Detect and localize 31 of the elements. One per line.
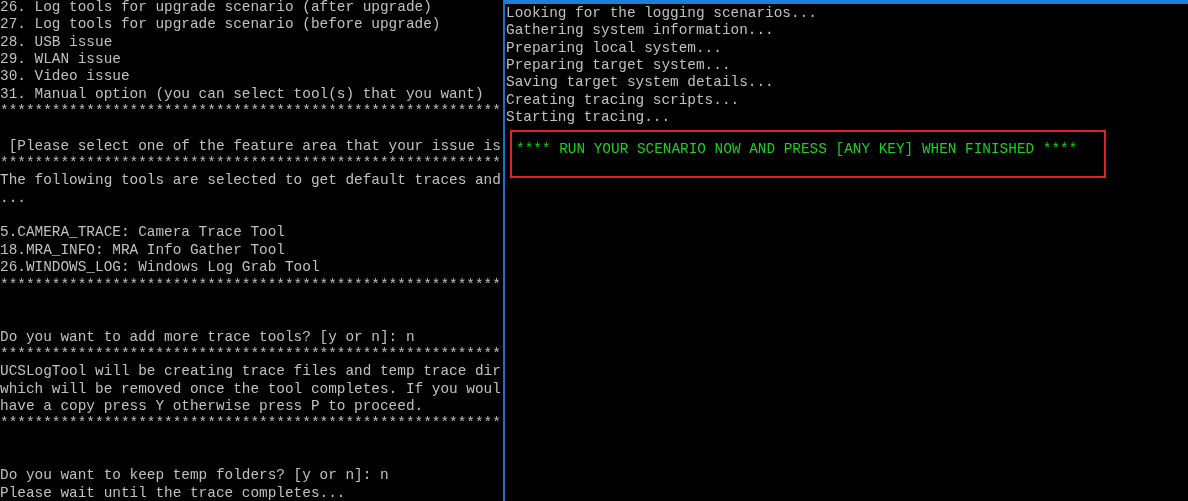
- console-line: 30. Video issue: [0, 68, 131, 86]
- console-line: UCSLogTool will be creating trace files and temp trace dir: [0, 363, 502, 381]
- console-line: **********************************************************: [0, 103, 502, 121]
- console-line: Preparing local system...: [506, 39, 723, 58]
- console-line: 18.MRA_INFO: MRA Info Gather Tool: [0, 241, 286, 260]
- console-line: Starting tracing...: [506, 109, 672, 127]
- console-line: **********************************************************: [0, 276, 502, 294]
- console-line: The following tools are selected to get default traces and: [0, 172, 502, 190]
- console-line: [Please select one of the feature area that your issue is: [7, 137, 502, 156]
- console-line: 27. Log tools for upgrade scenario (before upgrade): [0, 16, 442, 34]
- console-line: 26.WINDOWS_LOG: Windows Log Grab Tool: [0, 259, 321, 277]
- console-line: **********************************************************: [0, 345, 502, 364]
- console-line: ...: [0, 189, 27, 208]
- console-line: Creating tracing scripts...: [506, 91, 741, 110]
- console-line: have a copy press Y otherwise press P to proceed.: [0, 397, 425, 416]
- console-line: **********************************************************: [0, 415, 502, 433]
- console-line: Looking for the logging scenarios...: [506, 5, 818, 23]
- console-line: **********************************************************: [0, 155, 502, 173]
- console-line: which will be removed once the tool completes. If you woul: [0, 380, 502, 398]
- console-line: Saving target system details...: [506, 74, 775, 92]
- console-line: 5.CAMERA_TRACE: Camera Trace Tool: [0, 224, 286, 242]
- console-line: Gathering system information...: [506, 22, 775, 40]
- console-line: 28. USB issue: [0, 33, 114, 52]
- console-line: Preparing target system...: [506, 57, 732, 75]
- console-line: Do you want to add more trace tools? [y or n]: n: [0, 328, 416, 346]
- console-line: Do you want to keep temp folders? [y or n]: n: [0, 467, 390, 485]
- console-line: 29. WLAN issue: [0, 51, 122, 69]
- console-line: **** RUN YOUR SCENARIO NOW AND PRESS [ANY KEY] WHEN FINISHED ****: [516, 141, 1079, 159]
- console-line: 31. Manual option (you can select tool(s) that you want): [0, 85, 485, 104]
- console-line: 26. Log tools for upgrade scenario (after upgrade): [0, 0, 433, 17]
- console-line: Please wait until the trace completes...: [0, 484, 347, 501]
